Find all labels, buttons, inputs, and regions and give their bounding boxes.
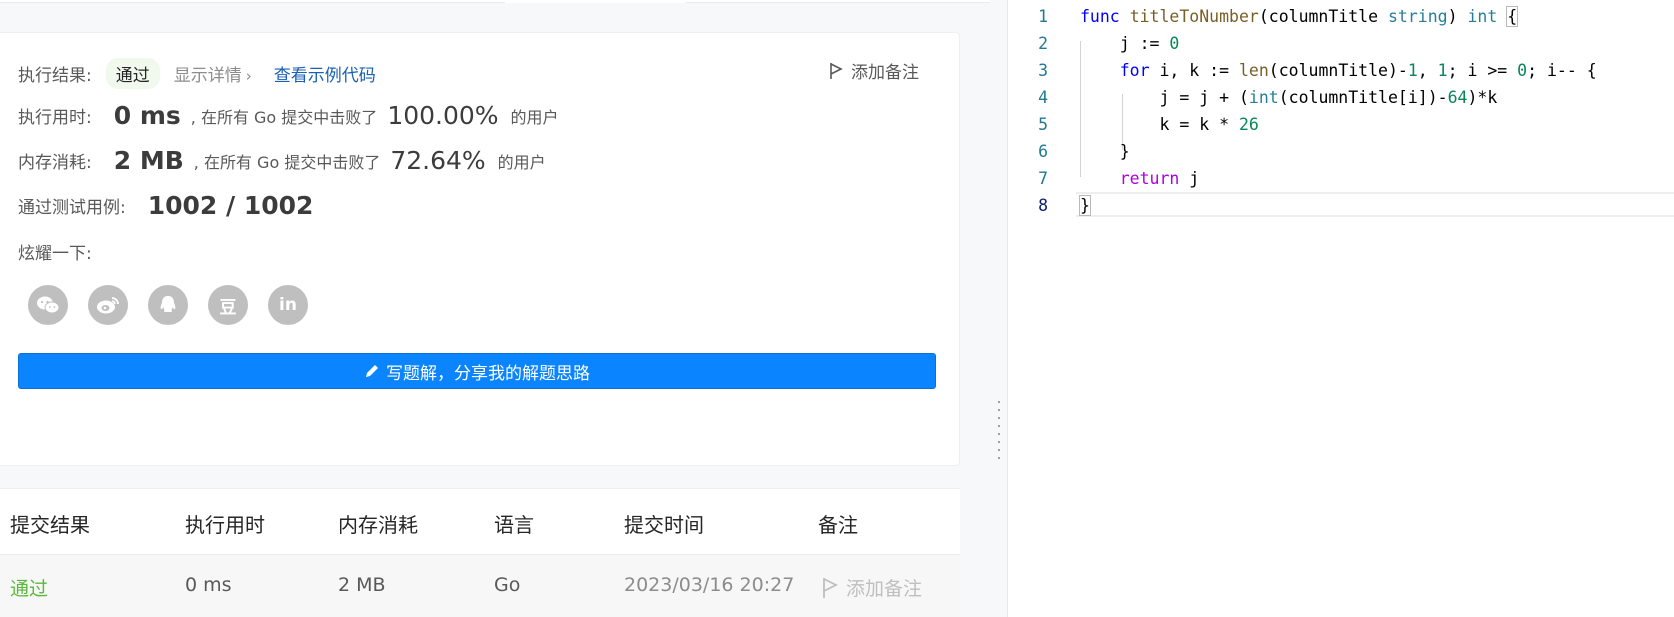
memory-text: , 在所有 Go 提交中击败了 (193, 152, 381, 172)
header-language: 语言 (494, 513, 534, 537)
wechat-icon[interactable] (28, 285, 68, 325)
tab-strip (0, 0, 990, 3)
write-solution-button[interactable]: 写题解，分享我的解题思路 (18, 353, 936, 389)
status-badge: 通过 (105, 58, 160, 89)
weibo-glyph (97, 297, 119, 314)
line-number: 2 (1038, 34, 1048, 53)
status-row: 执行结果: 通过 显示详情 › 查看示例代码 (18, 58, 376, 89)
flag-icon (823, 577, 838, 598)
pane-splitter[interactable] (990, 0, 1008, 617)
row-add-note-button[interactable]: 添加备注 (822, 574, 922, 601)
submissions-table: 提交结果 执行用时 内存消耗 语言 提交时间 备注 通过 0 ms 2 MB G… (0, 488, 960, 617)
table-row[interactable] (0, 554, 960, 617)
code-text: func titleToNumber(columnTitle string) i… (1080, 6, 1519, 27)
active-tab-indicator (505, 0, 685, 3)
row-language: Go (494, 574, 521, 596)
share-buttons: 豆 in (28, 285, 308, 325)
line-number: 4 (1038, 88, 1048, 107)
share-label: 炫耀一下: (18, 244, 92, 264)
line-number: 8 (1038, 196, 1048, 215)
row-add-note-label: 添加备注 (846, 578, 923, 600)
header-runtime: 执行用时 (185, 513, 265, 537)
memory-label: 内存消耗: (18, 153, 92, 173)
header-submit-time: 提交时间 (624, 513, 704, 537)
code-line: 1 func titleToNumber(columnTitle string)… (1008, 3, 1674, 30)
runtime-percent: 100.00% (387, 101, 499, 130)
wechat-glyph (37, 296, 60, 314)
write-solution-label: 写题解，分享我的解题思路 (386, 363, 590, 384)
weibo-icon[interactable] (88, 285, 128, 325)
header-result: 提交结果 (10, 513, 90, 537)
line-number: 1 (1038, 7, 1048, 26)
code-text: j = j + (int(columnTitle[i])-64)*k (1080, 88, 1498, 107)
linkedin-icon[interactable]: in (268, 285, 308, 325)
memory-row: 内存消耗: 2 MB , 在所有 Go 提交中击败了 72.64% 的用户 (18, 146, 546, 175)
test-cases-row: 通过测试用例: 1002 / 1002 (18, 191, 313, 220)
code-text: } (1080, 142, 1130, 161)
header-note: 备注 (818, 513, 858, 537)
code-text: for i, k := len(columnTitle)-1, 1; i >= … (1119, 61, 1597, 80)
add-note-button[interactable]: 添加备注 (829, 58, 919, 83)
show-detail-link[interactable]: 显示详情 › (174, 61, 252, 86)
add-note-label: 添加备注 (851, 63, 919, 83)
code-line: 3 for i, k := len(columnTitle)-1, 1; i >… (1008, 57, 1674, 84)
row-memory: 2 MB (338, 574, 386, 596)
test-cases-value: 1002 / 1002 (147, 191, 314, 220)
runtime-value: 0 ms (113, 101, 181, 130)
code-line: 8 } (1008, 192, 1674, 219)
test-cases-label: 通过测试用例: (18, 198, 126, 218)
line-number: 5 (1038, 115, 1048, 134)
code-line: 6 } (1008, 138, 1674, 165)
runtime-row: 执行用时: 0 ms , 在所有 Go 提交中击败了 100.00% 的用户 (18, 101, 559, 130)
code-line: 5 k = k * 26 (1008, 111, 1674, 138)
memory-value: 2 MB (113, 146, 184, 175)
line-number: 7 (1038, 169, 1048, 188)
douban-glyph: 豆 (219, 297, 237, 318)
share-row-label: 炫耀一下: (18, 239, 92, 264)
memory-percent: 72.64% (390, 146, 486, 175)
code-text: j := 0 (1080, 34, 1180, 53)
pencil-icon (366, 365, 378, 377)
code-text: k = k * 26 (1080, 115, 1259, 134)
runtime-text: , 在所有 Go 提交中击败了 (190, 107, 378, 127)
header-memory: 内存消耗 (338, 513, 418, 537)
runtime-suffix: 的用户 (510, 107, 559, 127)
left-pane: 执行结果: 通过 显示详情 › 查看示例代码 添加备注 执行用时: 0 ms , … (0, 0, 990, 617)
status-label: 执行结果: (18, 66, 92, 86)
code-line: 7 return j (1008, 165, 1674, 192)
code-line: 2 j := 0 (1008, 30, 1674, 57)
row-runtime: 0 ms (185, 574, 232, 596)
view-sample-code-link[interactable]: 查看示例代码 (274, 61, 376, 86)
code-text: return j (1119, 169, 1200, 188)
code-line: 4 j = j + (int(columnTitle[i])-64)*k (1008, 84, 1674, 111)
qq-icon[interactable] (148, 285, 188, 325)
flag-icon (830, 62, 843, 79)
submission-result-card: 执行结果: 通过 显示详情 › 查看示例代码 添加备注 执行用时: 0 ms , … (0, 32, 960, 466)
douban-icon[interactable]: 豆 (208, 285, 248, 325)
line-number: 6 (1038, 142, 1048, 161)
code-text: } (1079, 195, 1091, 216)
row-result-link[interactable]: 通过 (10, 574, 48, 601)
code-editor[interactable]: 1 func titleToNumber(columnTitle string)… (1008, 0, 1674, 617)
chevron-right-icon: › (245, 67, 252, 85)
memory-suffix: 的用户 (497, 152, 546, 172)
runtime-label: 执行用时: (18, 108, 92, 128)
line-number: 3 (1038, 61, 1048, 80)
qq-glyph (160, 296, 176, 312)
linkedin-glyph: in (279, 295, 297, 315)
row-submit-time: 2023/03/16 20:27 (624, 574, 795, 596)
drag-handle-icon (998, 398, 1000, 464)
